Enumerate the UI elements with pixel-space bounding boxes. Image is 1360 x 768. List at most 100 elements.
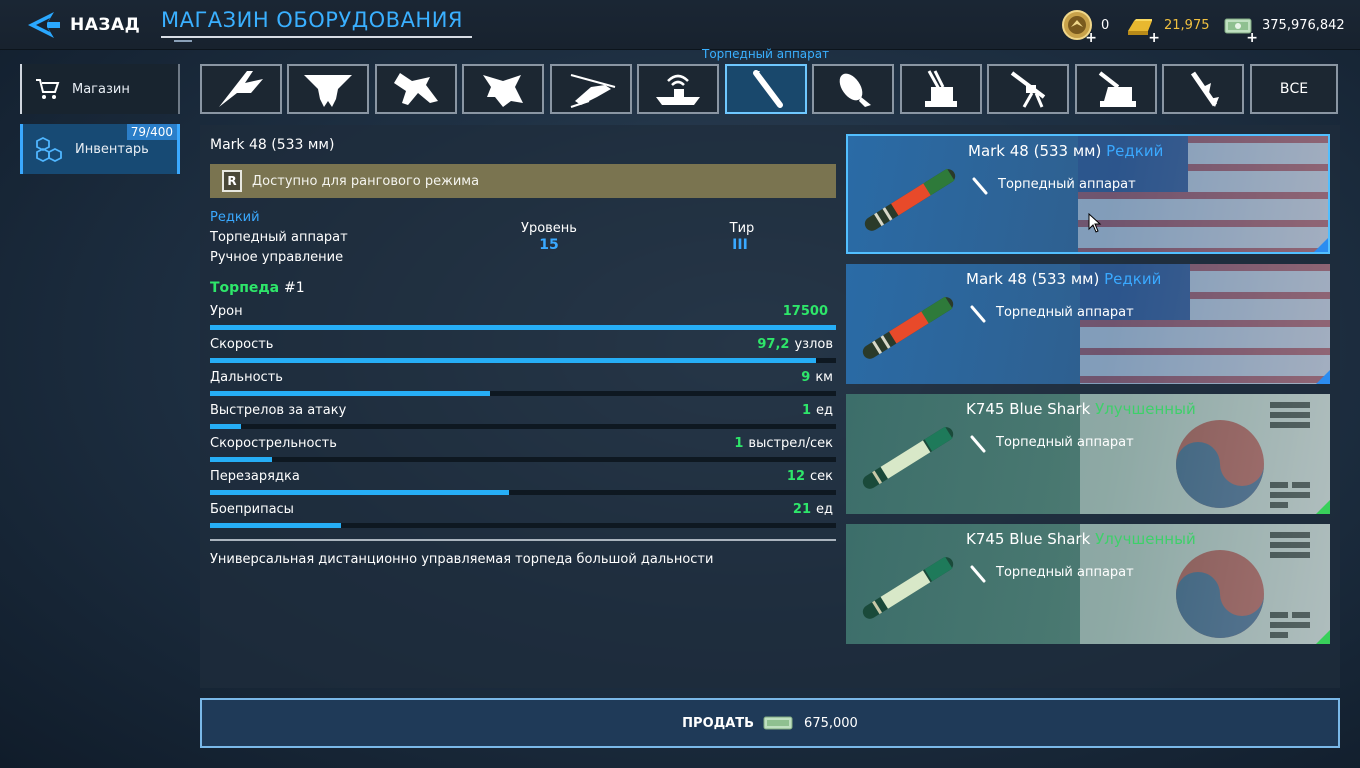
item-description: Универсальная дистанционно управляемая т… — [210, 552, 714, 567]
card-item-name: Mark 48 (533 мм) — [968, 142, 1102, 160]
stat-name: Боеприпасы — [210, 502, 294, 517]
flying-wing-icon — [304, 75, 352, 107]
sidebar-item-inventory[interactable]: Инвентарь 79/400 — [20, 124, 180, 174]
add-medals-icon[interactable]: + — [1085, 31, 1097, 45]
top-bar: НАЗАД МАГАЗИН ОБОРУДОВАНИЯ + 0 + 21,975 — [0, 0, 1360, 50]
active-category-label: Торпедный аппарат — [702, 47, 830, 61]
card-item-name: Mark 48 (533 мм) — [966, 270, 1100, 288]
card-name: Mark 48 (533 мм) Редкий — [968, 142, 1163, 160]
inventory-card[interactable]: Mark 48 (533 мм) Редкий Торпедный аппарат — [846, 134, 1330, 254]
ranked-notice: R Доступно для рангового режима — [210, 164, 836, 198]
tab-helicopter[interactable] — [550, 64, 632, 114]
add-gold-icon[interactable]: + — [1148, 31, 1160, 45]
card-item-name: K745 Blue Shark — [966, 530, 1091, 548]
stat-bar-track — [210, 457, 836, 462]
stat-bar-fill — [210, 424, 242, 429]
inventory-card[interactable]: K745 Blue Shark Улучшенный Торпедный аппа… — [846, 524, 1330, 644]
ranked-mode-icon: R — [222, 170, 242, 192]
tab-machine-gun[interactable] — [987, 64, 1069, 114]
torpedo-icon — [970, 565, 986, 583]
inventory-card[interactable]: K745 Blue Shark Улучшенный Торпедный аппа… — [846, 394, 1330, 514]
stat-row: Скорострельность 1 выстрел/сек — [210, 436, 836, 466]
tab-bomb[interactable] — [812, 64, 894, 114]
add-cash-icon[interactable]: + — [1246, 31, 1258, 45]
card-rarity: Улучшенный — [1095, 530, 1196, 548]
tab-radar-ship[interactable] — [637, 64, 719, 114]
machine-gun-icon — [1010, 71, 1046, 108]
card-name: K745 Blue Shark Улучшенный — [966, 530, 1196, 548]
stat-name: Дальность — [210, 370, 283, 385]
back-label: НАЗАД — [70, 15, 141, 35]
sell-button[interactable]: ПРОДАТЬ 675,000 — [200, 698, 1340, 748]
stat-unit: узлов — [794, 337, 833, 352]
torpedo-image — [862, 426, 954, 489]
title-underline — [161, 36, 472, 38]
stat-bar-fill — [210, 523, 342, 528]
tab-flying-wing[interactable] — [287, 64, 369, 114]
stat-unit: выстрел/сек — [748, 436, 833, 451]
stat-number: 1 — [801, 403, 811, 418]
card-rarity: Редкий — [1106, 142, 1164, 160]
torpedo-icon — [972, 177, 988, 195]
stat-bar-fill — [210, 457, 272, 462]
card-corner-marker — [1316, 500, 1330, 514]
cash-currency[interactable]: + 375,976,842 — [1222, 9, 1345, 45]
cart-icon — [36, 79, 60, 99]
bomb-icon — [839, 73, 871, 107]
stat-row: Дальность 9 км — [210, 370, 836, 400]
stat-bar-track — [210, 358, 836, 363]
stat-value: 12 сек — [787, 469, 833, 484]
tab-missile[interactable] — [1162, 64, 1244, 114]
radar-ship-icon — [656, 74, 700, 105]
stat-number: 21 — [792, 502, 811, 517]
torpedo-icon — [753, 70, 783, 108]
card-corner-marker — [1314, 238, 1328, 252]
inventory-count-badge: 79/400 — [126, 124, 177, 140]
stat-row: Выстрелов за атаку 1 ед — [210, 403, 836, 433]
stat-value: 9 км — [801, 370, 833, 385]
tab-stealth-bomber[interactable] — [200, 64, 282, 114]
stat-name: Выстрелов за атаку — [210, 403, 347, 418]
inventory-card[interactable]: Mark 48 (533 мм) Редкий Торпедный аппарат — [846, 264, 1330, 384]
medal-currency[interactable]: + 0 — [1061, 9, 1110, 45]
ranked-notice-text: Доступно для рангового режима — [252, 173, 480, 189]
back-button[interactable]: НАЗАД — [24, 6, 140, 44]
stealth-fighter-icon — [483, 75, 523, 107]
fighter-jet-icon — [394, 73, 438, 105]
stat-number: 1 — [734, 436, 744, 451]
sell-label: ПРОДАТЬ — [682, 715, 755, 731]
tab-naval-gun[interactable] — [1075, 64, 1157, 114]
sidebar-item-label: Магазин — [72, 81, 130, 97]
card-type: Торпедный аппарат — [996, 435, 1134, 450]
medal-value: 0 — [1101, 17, 1110, 33]
gold-currency[interactable]: + 21,975 — [1124, 9, 1210, 45]
tab-fighter-jet[interactable] — [375, 64, 457, 114]
level-label: Уровень — [521, 221, 577, 236]
item-type: Торпедный аппарат — [210, 230, 348, 245]
item-control: Ручное управление — [210, 250, 344, 265]
stat-row: Урон 17500 — [210, 304, 836, 334]
tier-value: III — [732, 237, 748, 253]
stat-value: 97,2 узлов — [757, 337, 833, 352]
tab-anti-air-turret[interactable] — [900, 64, 982, 114]
stat-bar-track — [210, 391, 836, 396]
tab-torpedo[interactable] — [725, 64, 807, 114]
torpedo-image — [862, 296, 954, 359]
stat-bar-fill — [210, 391, 490, 396]
stat-value: 1 ед — [802, 403, 833, 418]
tab-all[interactable]: ВСЕ — [1250, 64, 1338, 114]
stat-unit: ед — [816, 403, 833, 418]
cash-value: 375,976,842 — [1262, 17, 1345, 33]
tab-stealth-fighter[interactable] — [462, 64, 544, 114]
torpedo-image — [864, 168, 956, 231]
sidebar-item-shop[interactable]: Магазин — [20, 64, 180, 114]
anti-air-turret-icon — [925, 70, 957, 107]
card-type: Торпедный аппарат — [996, 565, 1134, 580]
stat-row: Скорость 97,2 узлов — [210, 337, 836, 367]
stat-number: 12 — [786, 469, 805, 484]
weapon-number: #1 — [284, 280, 305, 296]
card-type: Торпедный аппарат — [998, 177, 1136, 192]
item-rarity: Редкий — [210, 210, 260, 225]
card-rarity: Улучшенный — [1095, 400, 1196, 418]
stat-value: 17500 — [783, 304, 833, 319]
